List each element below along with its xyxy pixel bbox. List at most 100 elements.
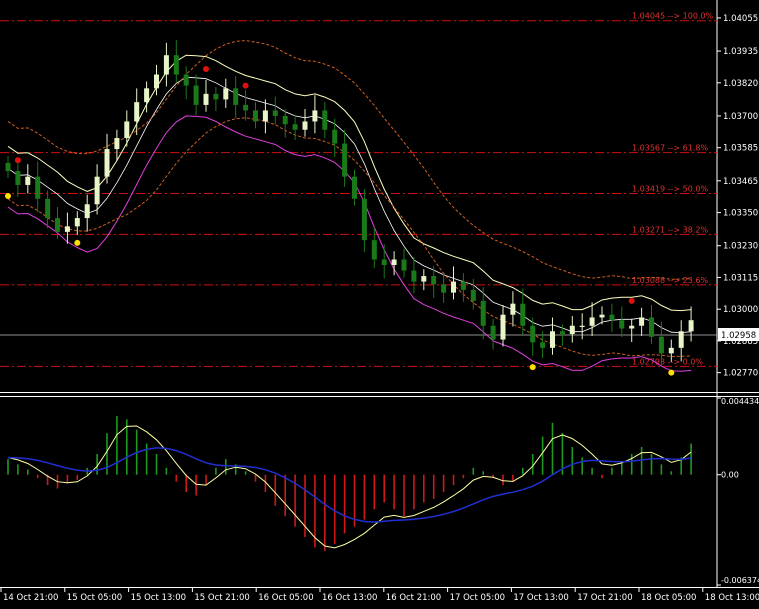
candle-body bbox=[658, 336, 664, 354]
price-and-oscillator-chart[interactable]: 1.02958 1.04045 --> 100.0%1.03567 --> 61… bbox=[0, 0, 759, 605]
candle-body bbox=[282, 115, 288, 125]
fib-level-label: 1.03271 --> 38.2% bbox=[632, 225, 708, 234]
candle-body bbox=[262, 110, 268, 122]
sell-signal-marker bbox=[628, 297, 635, 304]
candle-body bbox=[520, 303, 526, 326]
candle-body bbox=[74, 218, 80, 227]
price-axis-label: 1.02885 bbox=[723, 337, 758, 347]
candle-body bbox=[144, 88, 150, 103]
candle-body bbox=[431, 276, 437, 285]
candle-body bbox=[668, 347, 674, 354]
candle-body bbox=[322, 110, 328, 130]
candle-body bbox=[381, 259, 387, 266]
candle-body bbox=[55, 218, 60, 232]
candle-body bbox=[183, 74, 189, 86]
buy-signal-marker bbox=[668, 369, 675, 376]
osc-axis-label: 0.004434 bbox=[721, 397, 759, 406]
candle-body bbox=[342, 143, 348, 177]
osc-axis-label: 0.00 bbox=[721, 471, 739, 480]
time-axis-label: 16 Oct 05:00 bbox=[258, 593, 313, 603]
candle-body bbox=[678, 331, 684, 348]
candle-body bbox=[213, 93, 219, 100]
candle-body bbox=[124, 121, 130, 139]
candle-body bbox=[391, 259, 397, 266]
fib-level-label: 1.03419 --> 50.0% bbox=[632, 185, 708, 194]
time-axis-label: 18 Oct 05:00 bbox=[641, 593, 696, 603]
lower-envelope-line bbox=[7, 117, 692, 358]
candle-body bbox=[411, 270, 417, 282]
candle-body bbox=[441, 284, 447, 293]
sell-signal-marker bbox=[203, 66, 209, 73]
time-axis-label: 17 Oct 21:00 bbox=[577, 593, 632, 603]
candle-body bbox=[490, 325, 496, 340]
buy-signal-marker bbox=[529, 364, 536, 371]
candle-body bbox=[114, 138, 120, 150]
candle-body bbox=[451, 281, 456, 293]
candle-body bbox=[361, 198, 367, 241]
candle-body bbox=[619, 320, 625, 329]
candle-body bbox=[243, 104, 249, 111]
candle-body bbox=[272, 110, 278, 116]
candle-body bbox=[629, 325, 635, 329]
trading-chart-window[interactable]: 1.02958 1.04045 --> 100.0% 1.03567 --> 61… bbox=[0, 0, 759, 605]
candle-body bbox=[25, 176, 31, 185]
candle-body bbox=[559, 331, 565, 335]
time-axis-label: 14 Oct 21:00 bbox=[3, 593, 58, 603]
time-axis-label: 15 Oct 05:00 bbox=[67, 593, 122, 603]
fib-level-label: 1.04045 --> 100.0% bbox=[632, 12, 714, 21]
candle-body bbox=[569, 325, 575, 335]
time-axis-label: 16 Oct 13:00 bbox=[322, 593, 377, 603]
candle-body bbox=[163, 55, 169, 75]
candle-body bbox=[223, 88, 229, 100]
candle-body bbox=[470, 289, 476, 301]
osc-axis-label: -0.006374 bbox=[721, 576, 759, 585]
candle-body bbox=[401, 259, 407, 271]
buy-signal-marker bbox=[5, 193, 11, 199]
lower-band-line bbox=[7, 115, 692, 372]
upper-envelope-line bbox=[7, 39, 692, 280]
candle-body bbox=[5, 162, 11, 172]
candle-body bbox=[609, 314, 615, 321]
price-axis-label: 1.02770 bbox=[723, 369, 758, 379]
price-axis-label: 1.03700 bbox=[723, 112, 758, 122]
candle-body bbox=[173, 55, 179, 75]
candle-body bbox=[253, 110, 258, 122]
candle-body bbox=[154, 74, 159, 89]
sell-signal-marker bbox=[242, 82, 249, 89]
candle-body bbox=[371, 240, 377, 260]
candle-body bbox=[530, 325, 536, 343]
candle-body bbox=[540, 342, 546, 348]
time-axis-label: 15 Oct 21:00 bbox=[194, 593, 249, 603]
upper-band-line bbox=[7, 54, 692, 312]
price-axis-label: 1.03585 bbox=[723, 144, 758, 154]
price-axis-label: 1.03230 bbox=[723, 242, 758, 252]
candle-body bbox=[550, 331, 555, 348]
candle-body bbox=[302, 121, 308, 130]
oscillator-ma-line bbox=[7, 447, 692, 523]
candle-body bbox=[579, 325, 585, 327]
candle-body bbox=[688, 320, 694, 332]
candle-body bbox=[510, 303, 516, 315]
price-axis-label: 1.03000 bbox=[723, 305, 758, 315]
time-axis-label: 18 Oct 13:00 bbox=[705, 593, 759, 603]
price-axis-label: 1.03935 bbox=[723, 47, 758, 57]
time-axis-label: 15 Oct 13:00 bbox=[131, 593, 186, 603]
candle-body bbox=[599, 314, 605, 318]
candle-body bbox=[312, 110, 318, 122]
price-axis-label: 1.04055 bbox=[723, 14, 758, 24]
candle-body bbox=[332, 129, 338, 144]
candle-body bbox=[15, 171, 21, 185]
buy-signal-marker bbox=[74, 239, 81, 246]
candle-body bbox=[35, 176, 41, 199]
fib-level-label: 1.03567 --> 61.8% bbox=[632, 144, 708, 153]
price-axis-label: 1.03465 bbox=[723, 177, 758, 187]
candle-body bbox=[193, 85, 199, 105]
candle-body bbox=[352, 176, 357, 199]
fib-level-label: 1.02793 --> 0.0% bbox=[632, 357, 703, 366]
candle-body bbox=[94, 176, 100, 205]
candle-body bbox=[480, 300, 486, 326]
candle-body bbox=[64, 226, 70, 232]
candle-body bbox=[203, 93, 209, 105]
candle-body bbox=[233, 88, 239, 105]
fib-level-label: 1.03088 --> 23.6% bbox=[632, 276, 708, 285]
